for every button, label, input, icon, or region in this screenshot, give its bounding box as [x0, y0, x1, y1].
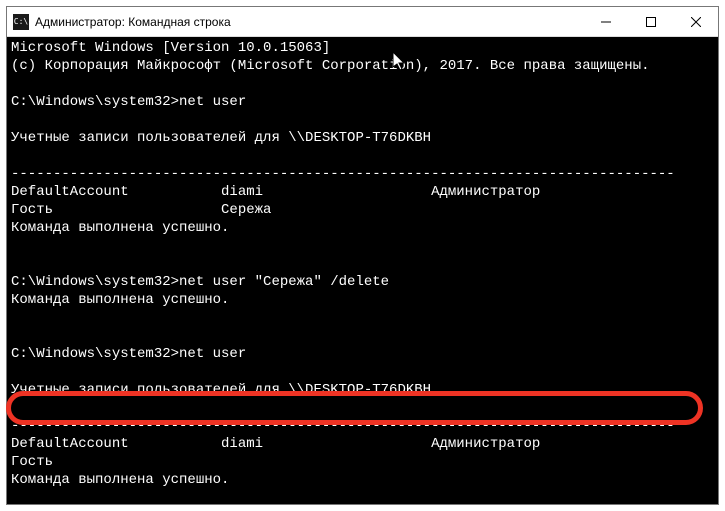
- terminal-line: [11, 363, 714, 381]
- cmd-window: C:\ Администратор: Командная строка Micr…: [6, 6, 719, 505]
- window-controls: [583, 7, 718, 36]
- minimize-button[interactable]: [583, 7, 628, 36]
- terminal-line: [11, 111, 714, 129]
- terminal-line: DefaultAccount diami Администратор: [11, 435, 714, 453]
- terminal-line: Команда выполнена успешно.: [11, 471, 714, 489]
- terminal-line: Гость: [11, 453, 714, 471]
- window-title: Администратор: Командная строка: [35, 15, 583, 29]
- terminal-line: Команда выполнена успешно.: [11, 219, 714, 237]
- terminal-line: DefaultAccount diami Администратор: [11, 183, 714, 201]
- terminal-line: [11, 489, 714, 504]
- maximize-button[interactable]: [628, 7, 673, 36]
- terminal-line: (c) Корпорация Майкрософт (Microsoft Cor…: [11, 57, 714, 75]
- terminal-line: [11, 237, 714, 255]
- terminal-line: [11, 75, 714, 93]
- terminal-line: [11, 147, 714, 165]
- terminal-line: [11, 399, 714, 417]
- titlebar: C:\ Администратор: Командная строка: [7, 7, 718, 37]
- terminal-line: [11, 327, 714, 345]
- terminal-line: ----------------------------------------…: [11, 417, 714, 435]
- close-button[interactable]: [673, 7, 718, 36]
- terminal-line: Учетные записи пользователей для \\DESKT…: [11, 381, 714, 399]
- terminal-line: [11, 255, 714, 273]
- terminal-line: C:\Windows\system32>net user: [11, 93, 714, 111]
- terminal-line: [11, 309, 714, 327]
- terminal-line: Microsoft Windows [Version 10.0.15063]: [11, 39, 714, 57]
- terminal-line: Гость Сережа: [11, 201, 714, 219]
- terminal-line: Команда выполнена успешно.: [11, 291, 714, 309]
- terminal-line: Учетные записи пользователей для \\DESKT…: [11, 129, 714, 147]
- terminal-output[interactable]: Microsoft Windows [Version 10.0.15063](c…: [7, 37, 718, 504]
- cmd-icon: C:\: [13, 14, 29, 30]
- terminal-line: C:\Windows\system32>net user: [11, 345, 714, 363]
- terminal-line: ----------------------------------------…: [11, 165, 714, 183]
- terminal-line: C:\Windows\system32>net user "Сережа" /d…: [11, 273, 714, 291]
